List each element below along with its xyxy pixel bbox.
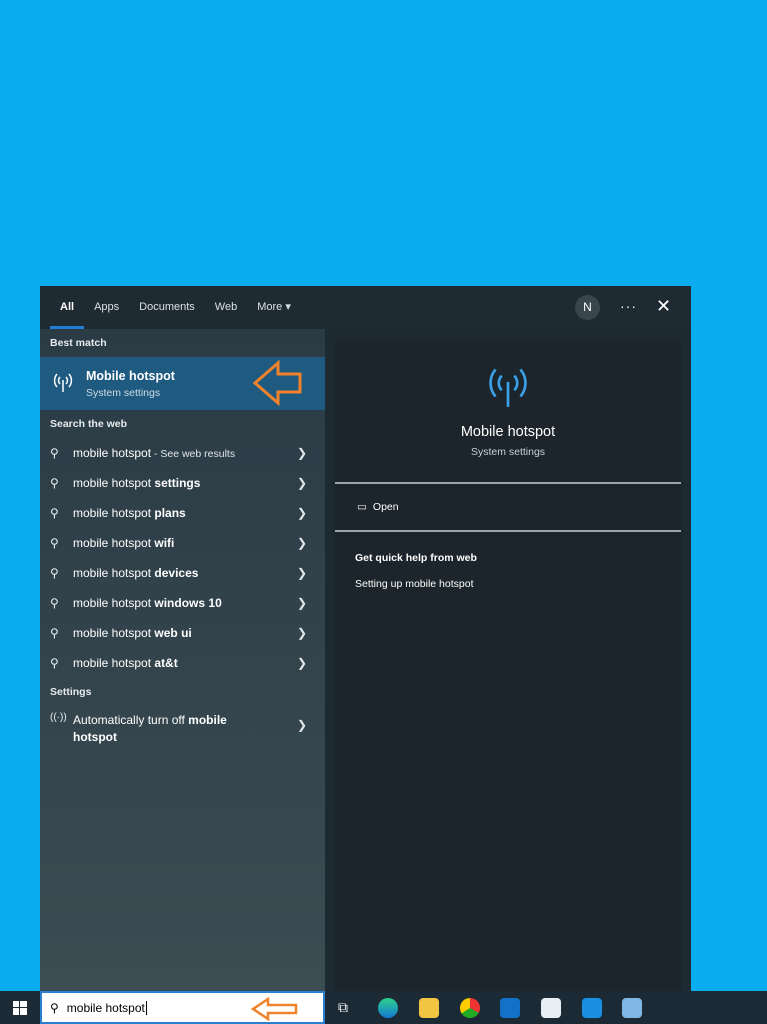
start-search-panel: All Apps Documents Web More ▾ N ··· ✕ Be…	[40, 286, 691, 991]
detail-subtitle: System settings	[470, 446, 546, 458]
search-icon: ⚲	[50, 1000, 59, 1015]
search-icon: ⚲	[50, 536, 59, 550]
windows-start-icon[interactable]	[13, 1001, 27, 1020]
tab-all[interactable]: All	[49, 286, 85, 329]
setting-result-item[interactable]: ((·)) Automatically turn off mobile hotsp…	[40, 706, 325, 748]
search-icon: ⚲	[50, 596, 59, 610]
web-result-item[interactable]: ⚲ mobile hotspot wifi ❯	[40, 528, 325, 558]
setting-bold: hotspot	[73, 730, 117, 744]
search-icon: ⚲	[50, 506, 59, 520]
detail-title: Mobile hotspot	[460, 424, 556, 440]
section-best-match: Best match	[50, 337, 107, 349]
outlook-icon[interactable]	[500, 998, 520, 1018]
search-header: All Apps Documents Web More ▾ N ··· ✕	[40, 286, 691, 329]
taskbar-search-box[interactable]: ⚲ mobile hotspot	[40, 991, 325, 1024]
file-explorer-icon[interactable]	[419, 998, 439, 1018]
result-text: mobile hotspot - See web results	[73, 446, 236, 460]
edge-icon[interactable]	[378, 998, 398, 1018]
result-text: mobile hotspot wifi	[73, 536, 175, 550]
best-match-subtitle: System settings	[86, 386, 161, 399]
help-heading: Get quick help from web	[355, 552, 477, 564]
tab-more[interactable]: More ▾	[257, 286, 291, 329]
setting-bold: mobile	[188, 713, 227, 727]
result-text: mobile hotspot settings	[73, 476, 201, 490]
web-result-item[interactable]: ⚲ mobile hotspot at&t ❯	[40, 648, 325, 678]
tab-web[interactable]: Web	[215, 286, 237, 329]
chevron-right-icon[interactable]: ❯	[297, 506, 307, 520]
search-icon: ⚲	[50, 626, 59, 640]
search-icon: ⚲	[50, 476, 59, 490]
search-icon: ⚲	[50, 446, 59, 460]
detail-hotspot-icon	[335, 339, 681, 414]
annotation-arrow-icon	[252, 360, 302, 406]
result-text: mobile hotspot web ui	[73, 626, 192, 640]
annotation-arrow-icon	[250, 997, 298, 1021]
result-text: mobile hotspot devices	[73, 566, 199, 580]
mail-icon[interactable]	[582, 998, 602, 1018]
taskbar: ⚲ mobile hotspot ⧉	[0, 991, 767, 1024]
web-result-item[interactable]: ⚲ mobile hotspot devices ❯	[40, 558, 325, 588]
web-result-item[interactable]: ⚲ mobile hotspot settings ❯	[40, 468, 325, 498]
open-label: Open	[372, 501, 399, 513]
best-match-item[interactable]: Mobile hotspot System settings	[40, 357, 325, 410]
chevron-right-icon[interactable]: ❯	[297, 536, 307, 550]
web-result-item[interactable]: ⚲ mobile hotspot windows 10 ❯	[40, 588, 325, 618]
result-text: mobile hotspot windows 10	[73, 596, 222, 610]
section-settings: Settings	[50, 686, 92, 698]
results-list: Best match Mobile hotspot System settings…	[40, 329, 325, 991]
open-button[interactable]: ▭ Open	[335, 484, 681, 530]
tab-apps[interactable]: Apps	[94, 286, 119, 329]
chevron-right-icon[interactable]: ❯	[297, 566, 307, 580]
chevron-right-icon[interactable]: ❯	[297, 718, 307, 732]
chevron-right-icon[interactable]: ❯	[297, 656, 307, 670]
web-result-item[interactable]: ⚲ mobile hotspot - See web results ❯	[40, 438, 325, 468]
result-text: mobile hotspot at&t	[73, 656, 178, 670]
help-link[interactable]: Setting up mobile hotspot	[335, 564, 681, 590]
section-search-web: Search the web	[50, 418, 128, 430]
chevron-right-icon[interactable]: ❯	[297, 476, 307, 490]
control-panel-icon[interactable]	[622, 998, 642, 1018]
app-icon[interactable]	[541, 998, 561, 1018]
chevron-right-icon[interactable]: ❯	[297, 626, 307, 640]
search-icon: ⚲	[50, 656, 59, 670]
search-icon: ⚲	[50, 566, 59, 580]
best-match-title: Mobile hotspot	[86, 368, 175, 383]
chrome-icon[interactable]	[460, 998, 480, 1018]
more-options-icon[interactable]: ···	[620, 298, 637, 314]
avatar[interactable]: N	[575, 295, 600, 320]
hotspot-icon	[40, 369, 86, 398]
web-result-item[interactable]: ⚲ mobile hotspot plans ❯	[40, 498, 325, 528]
hotspot-icon: ((·))	[50, 712, 67, 723]
web-result-item[interactable]: ⚲ mobile hotspot web ui ❯	[40, 618, 325, 648]
detail-pane: Mobile hotspot System settings ▭ Open Get…	[335, 339, 681, 991]
close-icon[interactable]: ✕	[656, 296, 671, 317]
chevron-right-icon[interactable]: ❯	[297, 596, 307, 610]
search-input[interactable]: mobile hotspot	[67, 1000, 147, 1015]
result-text: mobile hotspot plans	[73, 506, 186, 520]
task-view-icon[interactable]: ⧉	[338, 999, 348, 1016]
setting-text: Automatically turn off	[73, 713, 189, 727]
open-icon: ▭	[357, 501, 367, 513]
chevron-right-icon[interactable]: ❯	[297, 446, 307, 460]
tab-documents[interactable]: Documents	[139, 286, 195, 329]
